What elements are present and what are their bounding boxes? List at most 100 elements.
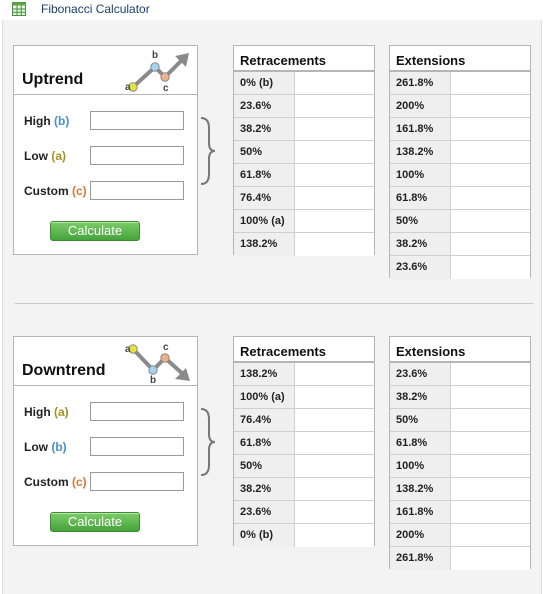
row-label: 100% (a) [234, 386, 295, 408]
row-label: 38.2% [234, 118, 295, 140]
row-value [295, 164, 374, 186]
row-label: 200% [390, 95, 451, 117]
custom-tag: (c) [72, 475, 87, 489]
extensions-header: Extensions [390, 46, 530, 72]
table-row: 100% [390, 164, 530, 187]
section-divider [15, 303, 533, 304]
row-value [295, 386, 374, 408]
row-label: 138.2% [234, 233, 295, 256]
table-row: 261.8% [390, 547, 530, 570]
table-row: 23.6% [390, 256, 530, 279]
low-label: Low (b) [24, 440, 67, 454]
row-value [451, 432, 530, 454]
row-label: 200% [390, 524, 451, 546]
brace-icon [200, 117, 216, 185]
row-label: 100% [390, 164, 451, 186]
custom-input[interactable] [90, 181, 184, 200]
uptrend-panel: Uptrend a b c High (b) Low (a) Custom (c… [13, 45, 198, 255]
row-value [451, 233, 530, 255]
table-row: 50% [390, 409, 530, 432]
calculate-button[interactable]: Calculate [50, 512, 140, 532]
row-value [295, 95, 374, 117]
custom-tag: (c) [72, 184, 87, 198]
row-value [295, 233, 374, 256]
row-label: 38.2% [390, 386, 451, 408]
uptrend-title: Uptrend [22, 71, 84, 88]
row-label: 138.2% [234, 363, 295, 385]
row-label: 61.8% [390, 432, 451, 454]
extensions-header: Extensions [390, 337, 530, 363]
custom-label: Custom (c) [24, 184, 87, 198]
row-label: 0% (b) [234, 524, 295, 547]
custom-label: Custom (c) [24, 475, 87, 489]
row-label: 38.2% [390, 233, 451, 255]
table-row: 100% (a) [234, 386, 374, 409]
low-field-row: Low (a) [14, 146, 197, 168]
row-label: 61.8% [234, 164, 295, 186]
row-label: 61.8% [234, 432, 295, 454]
row-value [451, 363, 530, 385]
row-value [295, 187, 374, 209]
downtrend-chart-icon: a b c [125, 342, 190, 384]
table-row: 61.8% [390, 187, 530, 210]
high-input[interactable] [90, 402, 184, 421]
point-c-label: c [163, 342, 169, 353]
calculate-button[interactable]: Calculate [50, 221, 140, 241]
high-tag: (a) [54, 405, 69, 419]
downtrend-extensions-table: Extensions 23.6% 38.2% 50% 61.8% 100% 13… [389, 336, 531, 570]
row-label: 161.8% [390, 118, 451, 140]
high-input[interactable] [90, 111, 184, 130]
table-row: 38.2% [234, 478, 374, 501]
row-value [295, 524, 374, 547]
table-row: 23.6% [234, 95, 374, 118]
row-label: 50% [234, 141, 295, 163]
app-title: Fibonacci Calculator [41, 2, 150, 16]
low-input[interactable] [90, 437, 184, 456]
table-row: 76.4% [234, 409, 374, 432]
point-b-label: b [150, 375, 156, 384]
table-row: 50% [234, 455, 374, 478]
row-label: 50% [390, 210, 451, 232]
row-value [295, 141, 374, 163]
table-row: 200% [390, 524, 530, 547]
row-value [451, 210, 530, 232]
retracements-header: Retracements [234, 46, 374, 72]
row-value [451, 409, 530, 431]
row-value [451, 187, 530, 209]
row-value [451, 118, 530, 140]
table-row: 23.6% [390, 363, 530, 386]
row-value [295, 455, 374, 477]
custom-input[interactable] [90, 472, 184, 491]
row-label: 138.2% [390, 478, 451, 500]
uptrend-extensions-table: Extensions 261.8% 200% 161.8% 138.2% 100… [389, 45, 531, 279]
high-field-row: High (a) [14, 402, 197, 424]
row-value [295, 478, 374, 500]
row-value [451, 141, 530, 163]
row-value [295, 501, 374, 523]
low-field-row: Low (b) [14, 437, 197, 459]
spreadsheet-icon [12, 2, 26, 16]
low-tag: (b) [51, 440, 67, 454]
uptrend-retracements-table: Retracements 0% (b) 23.6% 38.2% 50% 61.8… [233, 45, 375, 256]
row-label: 100% (a) [234, 210, 295, 232]
row-value [451, 72, 530, 94]
point-a-label: a [125, 82, 131, 93]
low-input[interactable] [90, 146, 184, 165]
table-row: 200% [390, 95, 530, 118]
row-value [451, 95, 530, 117]
row-value [451, 501, 530, 523]
row-label: 76.4% [234, 409, 295, 431]
low-label: Low (a) [24, 149, 67, 163]
table-row: 138.2% [390, 141, 530, 164]
row-value [295, 210, 374, 232]
row-label: 76.4% [234, 187, 295, 209]
table-row: 23.6% [234, 501, 374, 524]
row-value [451, 478, 530, 500]
table-row: 161.8% [390, 501, 530, 524]
table-row: 61.8% [234, 432, 374, 455]
custom-field-row: Custom (c) [14, 181, 197, 203]
row-label: 138.2% [390, 141, 451, 163]
row-value [451, 455, 530, 477]
high-label: High (b) [24, 114, 70, 128]
downtrend-panel: Downtrend a b c High (a) Low (b) Custom … [13, 336, 198, 546]
